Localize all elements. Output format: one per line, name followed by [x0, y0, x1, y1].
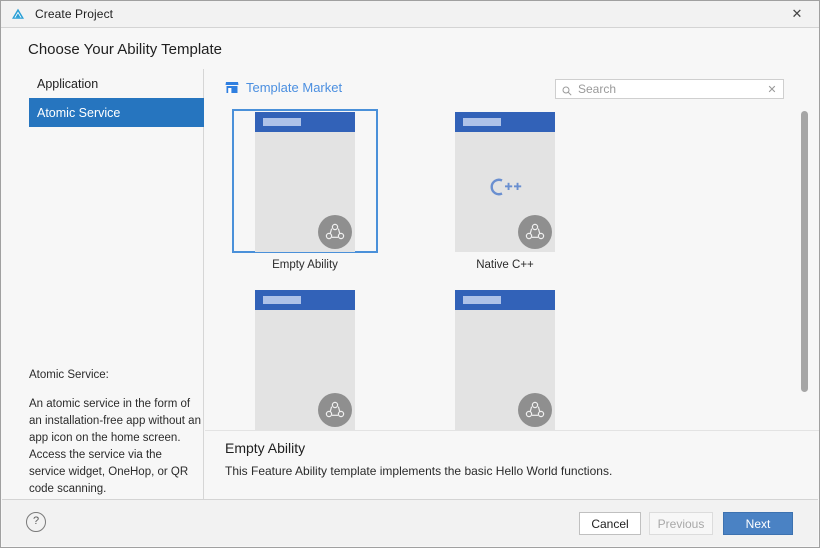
template-grid: Empty Ability Native C++ [205, 109, 785, 430]
cancel-button[interactable]: Cancel [579, 512, 641, 535]
thumbnail-titlebar [455, 290, 555, 310]
template-card-label: Native C++ [476, 259, 534, 271]
thumbnail-titlebar [455, 112, 555, 132]
deveco-logo-icon [10, 6, 26, 22]
dialog-footer: ? Cancel Previous Next [2, 499, 818, 546]
close-icon[interactable]: ✕ [775, 1, 819, 26]
atomic-service-badge-icon [318, 215, 352, 249]
sidebar-item-label: Atomic Service [37, 105, 121, 120]
selected-template-description: Empty Ability This Feature Ability templ… [205, 430, 819, 501]
template-market-label: Template Market [246, 80, 343, 95]
atomic-service-badge-icon [518, 393, 552, 427]
template-thumbnail [255, 112, 355, 252]
thumbnail-titlebar [255, 290, 355, 310]
template-card-frame [232, 109, 378, 253]
atomic-service-badge-icon [518, 215, 552, 249]
template-thumbnail [455, 112, 555, 252]
template-thumbnail [255, 290, 355, 430]
template-card-empty-ability-2[interactable]: Empty Ability [405, 287, 605, 430]
page-title: Choose Your Ability Template [28, 41, 223, 58]
template-card-lite-empty-ability[interactable]: [Lite]Empty Ability [205, 287, 405, 430]
category-sidebar: Application Atomic Service Atomic Servic… [2, 69, 204, 501]
search-icon [562, 85, 572, 96]
template-card-empty-ability[interactable]: Empty Ability [205, 109, 405, 271]
previous-button: Previous [649, 512, 713, 535]
selected-template-body: This Feature Ability template implements… [225, 464, 613, 478]
clear-search-icon[interactable]: ✕ [763, 83, 781, 96]
category-description-title: Atomic Service: [29, 369, 109, 381]
atomic-service-badge-icon [318, 393, 352, 427]
shop-icon [225, 81, 239, 94]
template-market-link[interactable]: Template Market [225, 80, 342, 95]
scrollbar-thumb[interactable] [801, 111, 808, 392]
category-description: Atomic Service: An atomic service in the… [29, 367, 201, 498]
template-card-native-cpp[interactable]: Native C++ [405, 109, 605, 271]
template-pane: Template Market ✕ [205, 69, 819, 430]
template-card-label: Empty Ability [272, 259, 338, 271]
search-input[interactable] [576, 81, 763, 97]
next-button[interactable]: Next [723, 512, 793, 535]
sidebar-item-application[interactable]: Application [29, 69, 203, 98]
template-grid-scrollbar[interactable] [799, 109, 809, 430]
title-bar: Create Project ✕ [1, 1, 819, 28]
selected-template-title: Empty Ability [225, 440, 306, 456]
cpp-logo-icon [455, 175, 555, 202]
sidebar-item-atomic-service[interactable]: Atomic Service [29, 98, 204, 127]
help-icon[interactable]: ? [26, 512, 46, 532]
search-box[interactable]: ✕ [555, 79, 784, 99]
sidebar-item-label: Application [37, 76, 99, 91]
category-description-body: An atomic service in the form of an inst… [29, 398, 201, 495]
create-project-dialog: Create Project ✕ Choose Your Ability Tem… [0, 0, 820, 548]
template-card-frame [432, 287, 578, 430]
thumbnail-titlebar [255, 112, 355, 132]
template-card-frame [232, 287, 378, 430]
template-thumbnail [455, 290, 555, 430]
window-title: Create Project [35, 7, 114, 21]
template-card-frame [432, 109, 578, 253]
template-grid-viewport: Empty Ability Native C++ [205, 109, 819, 430]
